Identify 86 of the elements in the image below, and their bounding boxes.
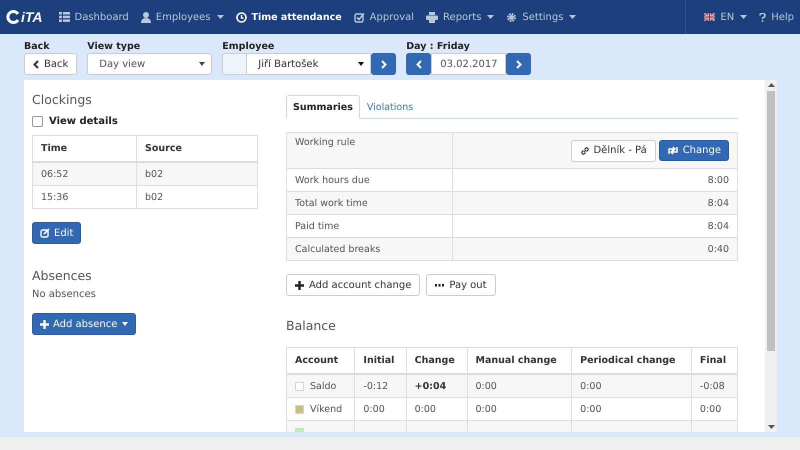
table-cell: b02 (136, 186, 258, 208)
caret-icon (569, 15, 576, 19)
table-cell: 15:36 (32, 186, 136, 208)
table-cell: 0:00 (700, 404, 722, 414)
pay-out-button[interactable]: Pay out (426, 274, 496, 296)
table-cell: 8:04 (452, 192, 738, 214)
view-type-label: View type (87, 41, 142, 53)
table-cell: -0:12 (363, 380, 388, 392)
input-addon (222, 53, 246, 75)
language-menu[interactable]: EN (698, 12, 754, 22)
clock-icon (236, 12, 247, 22)
table-cell: +0:04 (414, 380, 446, 392)
chevron-right-icon (516, 60, 522, 68)
table-cell: 0:40 (452, 238, 738, 260)
previous-day-button[interactable] (406, 53, 432, 75)
working-rule-button[interactable]: Dělník - Pá (571, 140, 656, 162)
absences-heading: Absences (32, 268, 92, 283)
user-icon (140, 12, 151, 22)
balance-heading: Balance (286, 318, 337, 333)
day-label: Day : Friday (406, 41, 471, 53)
back-label: Back (24, 41, 51, 53)
caret-icon (358, 62, 364, 66)
edit-icon (40, 228, 50, 238)
logo[interactable]: iTA (6, 9, 43, 25)
caret-icon (740, 15, 748, 19)
grid-icon (58, 12, 70, 22)
tab[interactable]: Summaries (286, 95, 360, 119)
table-cell: 0:00 (476, 380, 497, 392)
scrollbar[interactable] (765, 80, 777, 432)
settings-icon (506, 12, 518, 22)
plus-icon (295, 280, 304, 290)
table-cell: 0:00 (476, 404, 497, 414)
caret-icon (199, 62, 206, 66)
nav-link[interactable]: Dashboard (52, 12, 135, 22)
nav-link[interactable]: Time attendance (230, 12, 348, 22)
caret-icon (122, 322, 128, 326)
ellipsis-icon (435, 284, 444, 286)
back-button[interactable]: Back (24, 53, 78, 75)
next-day-button[interactable] (506, 53, 532, 75)
printer-icon (426, 12, 438, 22)
caret-icon (487, 15, 494, 19)
uk-flag-icon (704, 13, 716, 21)
change-button[interactable]: Change (658, 140, 729, 160)
plus-icon (40, 320, 49, 328)
scroll-down-arrow-icon[interactable] (768, 425, 774, 429)
swap-arrows-icon (666, 146, 679, 154)
checked-box-icon (354, 12, 365, 22)
nav-link[interactable]: Settings (500, 12, 582, 22)
chevron-left-icon (416, 60, 422, 68)
chevron-left-icon (33, 60, 39, 68)
logo-swirl-icon (6, 10, 20, 24)
employee-dropdown[interactable]: Jiří Bartošek (246, 53, 372, 75)
table-cell: Total work time (286, 192, 452, 214)
table-cell: 0:00 (363, 404, 385, 414)
tab[interactable]: Violations (360, 95, 420, 119)
no-absences-text: No absences (32, 289, 96, 300)
add-account-change-button[interactable]: Add account change (286, 274, 420, 296)
edit-button[interactable]: Edit (32, 222, 82, 244)
account-name: Víkend (310, 404, 342, 414)
view-details-checkbox[interactable] (32, 116, 43, 127)
table-cell: Working rule (286, 132, 452, 168)
nav-link[interactable]: Reports (420, 12, 500, 22)
table-cell: 06:52 (32, 162, 136, 186)
clockings-heading: Clockings (32, 92, 92, 107)
nav-link[interactable]: Approval (348, 12, 420, 22)
table-cell: b02 (136, 162, 258, 186)
date-field[interactable]: 03.02.2017 (431, 53, 506, 75)
link-icon (580, 146, 590, 156)
help-icon (759, 12, 766, 22)
table-cell: -0:08 (700, 380, 725, 392)
table-cell: Calculated breaks (286, 238, 452, 260)
help-link[interactable]: Help (753, 12, 800, 22)
add-absence-button[interactable]: Add absence (32, 313, 136, 335)
view-type-dropdown[interactable]: Day view (87, 53, 212, 75)
table-cell: 0:00 (414, 404, 436, 414)
logo-text: iTA (21, 9, 43, 25)
employee-label: Employee (222, 41, 276, 53)
chevron-right-icon (380, 60, 387, 68)
view-details-label: View details (49, 116, 118, 127)
table-cell: 0:00 (580, 404, 602, 414)
nav-link[interactable]: Employees (134, 12, 230, 22)
next-button[interactable] (371, 53, 396, 75)
scroll-up-arrow-icon[interactable] (768, 83, 774, 87)
account-name: Saldo (310, 380, 336, 392)
table-cell: 0:00 (580, 380, 602, 392)
caret-icon (216, 15, 224, 19)
